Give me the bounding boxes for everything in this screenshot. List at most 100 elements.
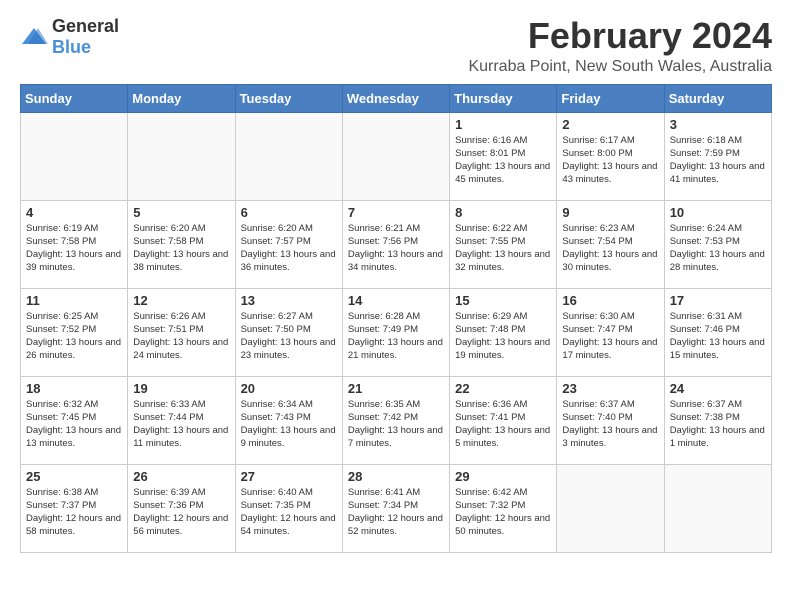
day-number: 21 — [348, 381, 444, 396]
day-detail: Sunrise: 6:24 AMSunset: 7:53 PMDaylight:… — [670, 222, 766, 275]
day-detail: Sunrise: 6:31 AMSunset: 7:46 PMDaylight:… — [670, 310, 766, 363]
day-number: 18 — [26, 381, 122, 396]
day-number: 11 — [26, 293, 122, 308]
day-number: 29 — [455, 469, 551, 484]
day-detail: Sunrise: 6:25 AMSunset: 7:52 PMDaylight:… — [26, 310, 122, 363]
day-number: 8 — [455, 205, 551, 220]
table-row: 14 Sunrise: 6:28 AMSunset: 7:49 PMDayligh… — [342, 288, 449, 376]
table-row: 7Sunrise: 6:21 AMSunset: 7:56 PMDaylight… — [342, 200, 449, 288]
table-row: 24 Sunrise: 6:37 AMSunset: 7:38 PMDayligh… — [664, 376, 771, 464]
day-number: 26 — [133, 469, 229, 484]
table-row: 8 Sunrise: 6:22 AMSunset: 7:55 PMDaylight… — [450, 200, 557, 288]
day-detail: Sunrise: 6:38 AMSunset: 7:37 PMDaylight:… — [26, 486, 122, 539]
day-detail: Sunrise: 6:39 AMSunset: 7:36 PMDaylight:… — [133, 486, 229, 539]
title-area: February 2024 Kurraba Point, New South W… — [468, 16, 772, 76]
calendar-week-row: 18 Sunrise: 6:32 AMSunset: 7:45 PMDayligh… — [21, 376, 772, 464]
day-number: 13 — [241, 293, 337, 308]
table-row — [235, 112, 342, 200]
day-number: 12 — [133, 293, 229, 308]
table-row: 6 Sunrise: 6:20 AMSunset: 7:57 PMDaylight… — [235, 200, 342, 288]
day-detail: Sunrise: 6:20 AMSunset: 7:58 PMDaylight:… — [133, 222, 229, 275]
day-number: 24 — [670, 381, 766, 396]
day-detail: Sunrise: 6:17 AMSunset: 8:00 PMDaylight:… — [562, 134, 658, 187]
table-row: 19 Sunrise: 6:33 AMSunset: 7:44 PMDayligh… — [128, 376, 235, 464]
day-detail: Sunrise: 6:23 AMSunset: 7:54 PMDaylight:… — [562, 222, 658, 275]
table-row: 25 Sunrise: 6:38 AMSunset: 7:37 PMDayligh… — [21, 464, 128, 552]
table-row: 5 Sunrise: 6:20 AMSunset: 7:58 PMDaylight… — [128, 200, 235, 288]
table-row: 29 Sunrise: 6:42 AMSunset: 7:32 PMDayligh… — [450, 464, 557, 552]
logo-wordmark: General Blue — [52, 16, 119, 58]
table-row: 13 Sunrise: 6:27 AMSunset: 7:50 PMDayligh… — [235, 288, 342, 376]
day-number: 27 — [241, 469, 337, 484]
table-row: 2 Sunrise: 6:17 AMSunset: 8:00 PMDaylight… — [557, 112, 664, 200]
table-row: 16 Sunrise: 6:30 AMSunset: 7:47 PMDayligh… — [557, 288, 664, 376]
day-number: 17 — [670, 293, 766, 308]
day-number: 6 — [241, 205, 337, 220]
day-number: 9 — [562, 205, 658, 220]
day-detail: Sunrise: 6:22 AMSunset: 7:55 PMDaylight:… — [455, 222, 551, 275]
header-thursday: Thursday — [450, 84, 557, 112]
logo-blue: Blue — [52, 37, 91, 57]
day-detail: Sunrise: 6:33 AMSunset: 7:44 PMDaylight:… — [133, 398, 229, 451]
calendar-week-row: 1Sunrise: 6:16 AMSunset: 8:01 PMDaylight… — [21, 112, 772, 200]
day-detail: Sunrise: 6:37 AMSunset: 7:40 PMDaylight:… — [562, 398, 658, 451]
day-detail: Sunrise: 6:26 AMSunset: 7:51 PMDaylight:… — [133, 310, 229, 363]
table-row — [342, 112, 449, 200]
header-wednesday: Wednesday — [342, 84, 449, 112]
day-number: 14 — [348, 293, 444, 308]
day-detail: Sunrise: 6:32 AMSunset: 7:45 PMDaylight:… — [26, 398, 122, 451]
table-row: 3Sunrise: 6:18 AMSunset: 7:59 PMDaylight… — [664, 112, 771, 200]
table-row: 27 Sunrise: 6:40 AMSunset: 7:35 PMDayligh… — [235, 464, 342, 552]
page-header: General Blue February 2024 Kurraba Point… — [20, 16, 772, 76]
day-number: 5 — [133, 205, 229, 220]
calendar-week-row: 4 Sunrise: 6:19 AMSunset: 7:58 PMDaylight… — [21, 200, 772, 288]
header-monday: Monday — [128, 84, 235, 112]
day-detail: Sunrise: 6:28 AMSunset: 7:49 PMDaylight:… — [348, 310, 444, 363]
calendar-table: Sunday Monday Tuesday Wednesday Thursday… — [20, 84, 772, 553]
day-number: 19 — [133, 381, 229, 396]
table-row: 28 Sunrise: 6:41 AMSunset: 7:34 PMDayligh… — [342, 464, 449, 552]
calendar-week-row: 11 Sunrise: 6:25 AMSunset: 7:52 PMDayligh… — [21, 288, 772, 376]
day-detail: Sunrise: 6:27 AMSunset: 7:50 PMDaylight:… — [241, 310, 337, 363]
day-detail: Sunrise: 6:19 AMSunset: 7:58 PMDaylight:… — [26, 222, 122, 275]
day-number: 15 — [455, 293, 551, 308]
day-detail: Sunrise: 6:21 AMSunset: 7:56 PMDaylight:… — [348, 222, 444, 275]
day-detail: Sunrise: 6:41 AMSunset: 7:34 PMDaylight:… — [348, 486, 444, 539]
table-row: 21 Sunrise: 6:35 AMSunset: 7:42 PMDayligh… — [342, 376, 449, 464]
table-row: 20Sunrise: 6:34 AMSunset: 7:43 PMDayligh… — [235, 376, 342, 464]
weekday-header-row: Sunday Monday Tuesday Wednesday Thursday… — [21, 84, 772, 112]
day-number: 4 — [26, 205, 122, 220]
day-detail: Sunrise: 6:40 AMSunset: 7:35 PMDaylight:… — [241, 486, 337, 539]
table-row: 18 Sunrise: 6:32 AMSunset: 7:45 PMDayligh… — [21, 376, 128, 464]
header-friday: Friday — [557, 84, 664, 112]
logo: General Blue — [20, 16, 119, 58]
table-row — [557, 464, 664, 552]
day-detail: Sunrise: 6:35 AMSunset: 7:42 PMDaylight:… — [348, 398, 444, 451]
day-detail: Sunrise: 6:36 AMSunset: 7:41 PMDaylight:… — [455, 398, 551, 451]
generalblue-logo-icon — [20, 26, 48, 48]
day-number: 16 — [562, 293, 658, 308]
day-number: 2 — [562, 117, 658, 132]
header-sunday: Sunday — [21, 84, 128, 112]
day-number: 1 — [455, 117, 551, 132]
header-saturday: Saturday — [664, 84, 771, 112]
day-detail: Sunrise: 6:30 AMSunset: 7:47 PMDaylight:… — [562, 310, 658, 363]
table-row — [21, 112, 128, 200]
month-title: February 2024 — [468, 16, 772, 56]
header-tuesday: Tuesday — [235, 84, 342, 112]
day-detail: Sunrise: 6:37 AMSunset: 7:38 PMDaylight:… — [670, 398, 766, 451]
table-row: 4 Sunrise: 6:19 AMSunset: 7:58 PMDaylight… — [21, 200, 128, 288]
table-row — [128, 112, 235, 200]
logo-general: General — [52, 16, 119, 36]
day-number: 3 — [670, 117, 766, 132]
day-detail: Sunrise: 6:20 AMSunset: 7:57 PMDaylight:… — [241, 222, 337, 275]
day-number: 28 — [348, 469, 444, 484]
calendar-week-row: 25 Sunrise: 6:38 AMSunset: 7:37 PMDayligh… — [21, 464, 772, 552]
day-detail: Sunrise: 6:29 AMSunset: 7:48 PMDaylight:… — [455, 310, 551, 363]
table-row — [664, 464, 771, 552]
day-number: 25 — [26, 469, 122, 484]
day-detail: Sunrise: 6:42 AMSunset: 7:32 PMDaylight:… — [455, 486, 551, 539]
day-number: 20 — [241, 381, 337, 396]
table-row: 12 Sunrise: 6:26 AMSunset: 7:51 PMDayligh… — [128, 288, 235, 376]
location-title: Kurraba Point, New South Wales, Australi… — [468, 58, 772, 76]
